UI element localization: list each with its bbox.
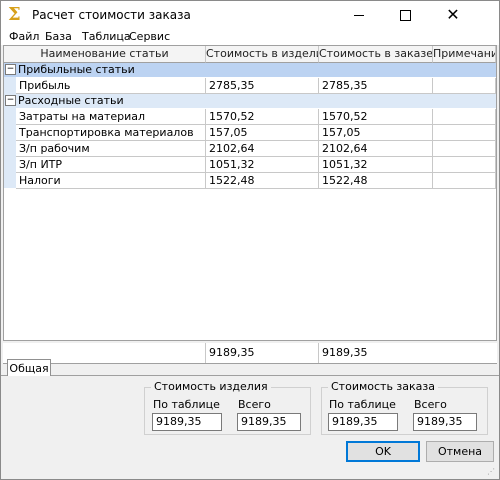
group-row-expenses[interactable]: − Расходные статьи xyxy=(4,94,496,108)
row-name-cell[interactable]: Налоги xyxy=(16,173,206,189)
group-label: Прибыльные статьи xyxy=(18,63,135,76)
row-note-cell[interactable] xyxy=(433,173,496,189)
close-icon: ✕ xyxy=(446,5,460,24)
table-row[interactable]: Транспортировка материалов 157,05 157,05 xyxy=(4,125,496,141)
row-name-cell[interactable]: Затраты на материал xyxy=(16,109,206,125)
window-title: Расчет стоимости заказа xyxy=(32,8,191,22)
row-note-cell[interactable] xyxy=(433,157,496,173)
total-item-cost: 9189,35 xyxy=(205,343,318,363)
row-note-cell[interactable] xyxy=(433,78,496,94)
table-row[interactable]: З/п ИТР 1051,32 1051,32 xyxy=(4,157,496,173)
group-label: Расходные статьи xyxy=(18,94,124,107)
order-cost-title: Стоимость заказа xyxy=(328,380,438,393)
row-order-cost-cell[interactable]: 2785,35 xyxy=(319,78,433,94)
tab-panel-border xyxy=(1,375,499,376)
table-row[interactable]: Затраты на материал 1570,52 1570,52 xyxy=(4,109,496,125)
row-order-cost-cell[interactable]: 1570,52 xyxy=(319,109,433,125)
row-item-cost-cell[interactable]: 1570,52 xyxy=(206,109,319,125)
maximize-icon xyxy=(399,9,411,21)
column-header-name[interactable]: Наименование статьи xyxy=(4,46,206,63)
column-header-order-cost[interactable]: Стоимость в заказе xyxy=(319,46,433,63)
collapse-icon[interactable]: − xyxy=(5,95,16,106)
totals-row: 9189,35 9189,35 xyxy=(3,343,497,364)
table-row[interactable]: Прибыль 2785,35 2785,35 xyxy=(4,78,496,94)
item-by-table-label: По таблице xyxy=(153,398,220,411)
group-row-profit[interactable]: − Прибыльные статьи xyxy=(4,63,496,77)
menu-file[interactable]: Файл xyxy=(9,30,39,43)
row-item-cost-cell[interactable]: 1051,32 xyxy=(206,157,319,173)
row-item-cost-cell[interactable]: 1522,48 xyxy=(206,173,319,189)
close-button[interactable]: ✕ xyxy=(431,1,475,29)
row-note-cell[interactable] xyxy=(433,109,496,125)
item-total-label: Всего xyxy=(238,398,271,411)
item-cost-title: Стоимость изделия xyxy=(151,380,271,393)
sigma-icon: Σ xyxy=(8,4,21,25)
dialog-window: Σ Расчет стоимости заказа ✕ Файл База Та… xyxy=(0,0,500,480)
total-order-cost: 9189,35 xyxy=(318,343,432,363)
item-cost-groupbox: Стоимость изделия По таблице Всего 9189,… xyxy=(144,380,311,435)
menu-bar: Файл База Таблица Сервис xyxy=(1,29,499,45)
title-bar: Σ Расчет стоимости заказа ✕ xyxy=(1,1,499,29)
menu-table[interactable]: Таблица xyxy=(82,30,131,43)
row-item-cost-cell[interactable]: 2102,64 xyxy=(206,141,319,157)
row-order-cost-cell[interactable]: 157,05 xyxy=(319,125,433,141)
menu-service[interactable]: Сервис xyxy=(129,30,170,43)
row-name-cell[interactable]: Транспортировка материалов xyxy=(16,125,206,141)
tab-general[interactable]: Общая xyxy=(7,359,51,376)
row-note-cell[interactable] xyxy=(433,141,496,157)
ok-button[interactable]: OK xyxy=(346,441,420,462)
row-order-cost-cell[interactable]: 1522,48 xyxy=(319,173,433,189)
order-total-label: Всего xyxy=(414,398,447,411)
column-header-item-cost[interactable]: Стоимость в изделии xyxy=(206,46,319,63)
order-cost-groupbox: Стоимость заказа По таблице Всего 9189,3… xyxy=(321,380,488,435)
maximize-button[interactable] xyxy=(383,1,427,29)
row-name-cell[interactable]: З/п ИТР xyxy=(16,157,206,173)
order-total-field[interactable]: 9189,35 xyxy=(413,413,477,431)
table-row[interactable]: Налоги 1522,48 1522,48 xyxy=(4,173,496,189)
order-by-table-field[interactable]: 9189,35 xyxy=(328,413,398,431)
minimize-icon xyxy=(354,14,364,16)
row-item-cost-cell[interactable]: 157,05 xyxy=(206,125,319,141)
menu-base[interactable]: База xyxy=(45,30,72,43)
row-name-cell[interactable]: З/п рабочим xyxy=(16,141,206,157)
minimize-button[interactable] xyxy=(337,1,381,29)
row-order-cost-cell[interactable]: 1051,32 xyxy=(319,157,433,173)
order-by-table-label: По таблице xyxy=(329,398,396,411)
row-note-cell[interactable] xyxy=(433,125,496,141)
item-by-table-field[interactable]: 9189,35 xyxy=(152,413,222,431)
collapse-icon[interactable]: − xyxy=(5,64,16,75)
resize-grip-icon[interactable]: ⋰ xyxy=(487,467,497,477)
item-total-field[interactable]: 9189,35 xyxy=(237,413,301,431)
row-name-cell[interactable]: Прибыль xyxy=(16,78,206,94)
row-order-cost-cell[interactable]: 2102,64 xyxy=(319,141,433,157)
row-item-cost-cell[interactable]: 2785,35 xyxy=(206,78,319,94)
cancel-button[interactable]: Отмена xyxy=(426,441,494,462)
cost-table[interactable]: Наименование статьи Стоимость в изделии … xyxy=(3,45,497,341)
column-header-note[interactable]: Примечание xyxy=(433,46,496,63)
table-row[interactable]: З/п рабочим 2102,64 2102,64 xyxy=(4,141,496,157)
